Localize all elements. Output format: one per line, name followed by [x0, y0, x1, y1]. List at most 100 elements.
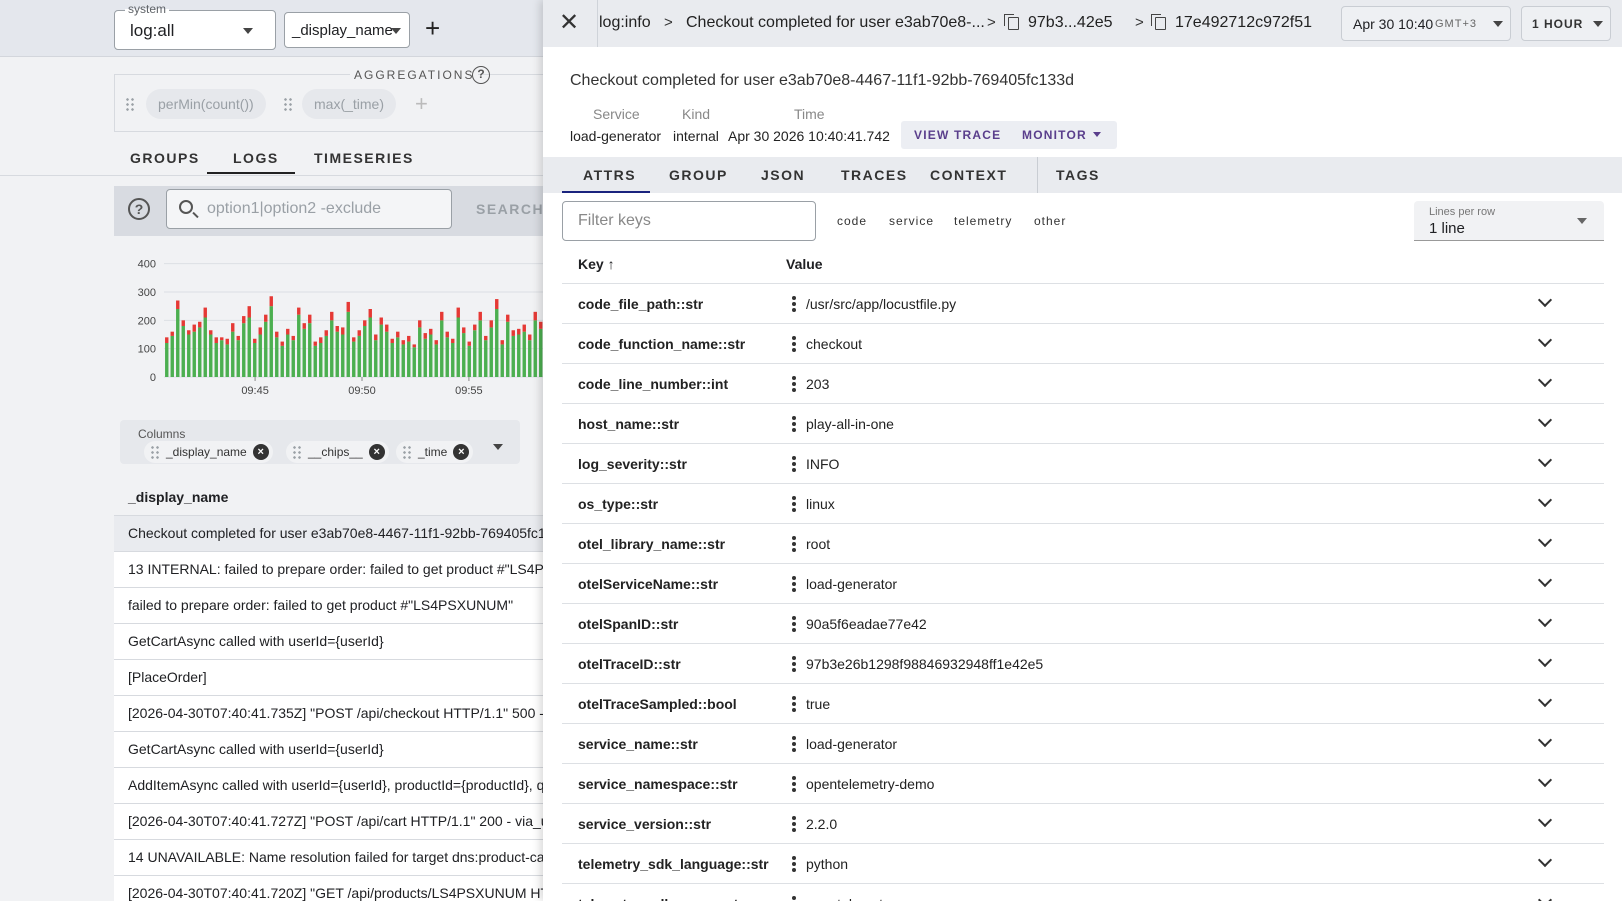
- expand-chevron-icon[interactable]: [1538, 295, 1552, 309]
- drag-handle-icon[interactable]: [125, 97, 135, 111]
- tab-timeseries[interactable]: TIMESERIES: [314, 150, 414, 166]
- time-picker[interactable]: Apr 30 10:40 GMT+3: [1341, 6, 1511, 41]
- expand-chevron-icon[interactable]: [1538, 895, 1552, 901]
- drag-handle-icon[interactable]: [150, 445, 160, 459]
- attr-row[interactable]: otelTraceSampled::bool true: [562, 683, 1604, 723]
- attr-row[interactable]: host_name::str play-all-in-one: [562, 403, 1604, 443]
- caret-down-icon[interactable]: [493, 444, 503, 450]
- attr-row[interactable]: otelTraceID::str 97b3e26b1298f98846932948…: [562, 643, 1604, 683]
- tab-context[interactable]: CONTEXT: [930, 167, 1007, 183]
- expand-chevron-icon[interactable]: [1538, 495, 1552, 509]
- range-picker[interactable]: 1 HOUR: [1521, 6, 1611, 41]
- drag-handle-icon[interactable]: [283, 97, 293, 111]
- drag-handle-icon[interactable]: [402, 445, 412, 459]
- tab-tags[interactable]: TAGS: [1056, 167, 1100, 183]
- more-options-icon[interactable]: [792, 416, 796, 432]
- more-options-icon[interactable]: [792, 696, 796, 712]
- attr-row[interactable]: service_name::str load-generator: [562, 723, 1604, 763]
- attr-row[interactable]: telemetry_sdk_language::str python: [562, 843, 1604, 883]
- column-chip[interactable]: _display_name ×: [144, 441, 273, 463]
- expand-chevron-icon[interactable]: [1538, 455, 1552, 469]
- more-options-icon[interactable]: [792, 336, 796, 352]
- filter-chip-code[interactable]: code: [837, 214, 867, 228]
- attr-row[interactable]: os_type::str linux: [562, 483, 1604, 523]
- close-icon[interactable]: ✕: [559, 11, 579, 35]
- attr-row[interactable]: telemetry_sdk_name::str opentelemetry: [562, 883, 1604, 901]
- expand-chevron-icon[interactable]: [1538, 655, 1552, 669]
- expand-chevron-icon[interactable]: [1538, 695, 1552, 709]
- filter-chip-telemetry[interactable]: telemetry: [954, 214, 1012, 228]
- more-options-icon[interactable]: [792, 296, 796, 312]
- log-row[interactable]: Checkout completed for user e3ab70e8-446…: [114, 515, 560, 551]
- tab-traces[interactable]: TRACES: [841, 167, 908, 183]
- monitor-button[interactable]: MONITOR: [1009, 121, 1117, 149]
- attr-row[interactable]: code_function_name::str checkout: [562, 323, 1604, 363]
- attr-row[interactable]: otel_library_name::str root: [562, 523, 1604, 563]
- log-row[interactable]: [2026-04-30T07:40:41.735Z] "POST /api/ch…: [114, 695, 560, 731]
- filter-keys-input[interactable]: Filter keys: [562, 201, 816, 241]
- more-options-icon[interactable]: [792, 616, 796, 632]
- system-select[interactable]: system log:all: [114, 2, 276, 50]
- tab-json[interactable]: JSON: [761, 167, 805, 183]
- log-row[interactable]: [2026-04-30T07:40:41.720Z] "GET /api/pro…: [114, 875, 560, 901]
- log-row[interactable]: [PlaceOrder]: [114, 659, 560, 695]
- filter-chip-service[interactable]: service: [889, 214, 934, 228]
- filter-chip-other[interactable]: other: [1034, 214, 1066, 228]
- more-options-icon[interactable]: [792, 496, 796, 512]
- more-options-icon[interactable]: [792, 776, 796, 792]
- log-row[interactable]: GetCartAsync called with userId={userId}: [114, 731, 560, 767]
- expand-chevron-icon[interactable]: [1538, 335, 1552, 349]
- attr-row[interactable]: service_namespace::str opentelemetry-demo: [562, 763, 1604, 803]
- log-row[interactable]: [2026-04-30T07:40:41.727Z] "POST /api/ca…: [114, 803, 560, 839]
- key-column-header[interactable]: Key ↑: [578, 256, 615, 272]
- expand-chevron-icon[interactable]: [1538, 575, 1552, 589]
- attr-row[interactable]: service_version::str 2.2.0: [562, 803, 1604, 843]
- remove-icon[interactable]: ×: [453, 444, 470, 460]
- tab-group[interactable]: GROUP: [669, 167, 728, 183]
- tab-logs[interactable]: LOGS: [233, 150, 279, 166]
- log-row[interactable]: failed to prepare order: failed to get p…: [114, 587, 560, 623]
- view-trace-button[interactable]: VIEW TRACE: [901, 121, 1015, 149]
- expand-chevron-icon[interactable]: [1538, 615, 1552, 629]
- add-filter-button[interactable]: +: [425, 15, 440, 41]
- search-button[interactable]: SEARCH: [476, 201, 544, 217]
- expand-chevron-icon[interactable]: [1538, 735, 1552, 749]
- expand-chevron-icon[interactable]: [1538, 775, 1552, 789]
- help-icon[interactable]: ?: [128, 198, 150, 220]
- remove-icon[interactable]: ×: [368, 444, 385, 460]
- drag-handle-icon[interactable]: [292, 445, 302, 459]
- column-chip[interactable]: __chips__ ×: [286, 441, 389, 463]
- attr-row[interactable]: code_line_number::int 203: [562, 363, 1604, 403]
- expand-chevron-icon[interactable]: [1538, 375, 1552, 389]
- log-row[interactable]: 14 UNAVAILABLE: Name resolution failed f…: [114, 839, 560, 875]
- remove-icon[interactable]: ×: [252, 444, 269, 460]
- copy-icon[interactable]: [1151, 14, 1166, 30]
- more-options-icon[interactable]: [792, 856, 796, 872]
- expand-chevron-icon[interactable]: [1538, 535, 1552, 549]
- more-options-icon[interactable]: [792, 736, 796, 752]
- attr-row[interactable]: code_file_path::str/usr/src/app/locustfi…: [562, 283, 1604, 323]
- more-options-icon[interactable]: [792, 656, 796, 672]
- log-row[interactable]: AddItemAsync called with userId={userId}…: [114, 767, 560, 803]
- log-row[interactable]: 13 INTERNAL: failed to prepare order: fa…: [114, 551, 560, 587]
- more-options-icon[interactable]: [792, 576, 796, 592]
- expand-chevron-icon[interactable]: [1538, 415, 1552, 429]
- column-chip[interactable]: _time ×: [396, 441, 474, 463]
- attr-row[interactable]: otelSpanID::str 90a5f6eadae77e42: [562, 603, 1604, 643]
- expand-chevron-icon[interactable]: [1538, 855, 1552, 869]
- copy-icon[interactable]: [1004, 14, 1019, 30]
- more-options-icon[interactable]: [792, 376, 796, 392]
- tab-attrs[interactable]: ATTRS: [583, 167, 636, 183]
- tab-groups[interactable]: GROUPS: [130, 150, 200, 166]
- log-column-header[interactable]: _display_name: [128, 489, 228, 505]
- breadcrumb-title[interactable]: Checkout completed for user e3ab70e8-...: [686, 14, 985, 32]
- more-options-icon[interactable]: [792, 536, 796, 552]
- breadcrumb-trace-id[interactable]: 97b3...42e5: [1028, 14, 1113, 32]
- help-icon[interactable]: ?: [472, 66, 490, 84]
- more-options-icon[interactable]: [792, 816, 796, 832]
- aggregation-chip[interactable]: max(_time): [302, 89, 397, 119]
- add-aggregation-button[interactable]: +: [415, 91, 428, 117]
- attr-row[interactable]: log_severity::str INFO: [562, 443, 1604, 483]
- breadcrumb-source[interactable]: log:info: [599, 14, 651, 32]
- display-field-select[interactable]: _display_name: [284, 12, 410, 48]
